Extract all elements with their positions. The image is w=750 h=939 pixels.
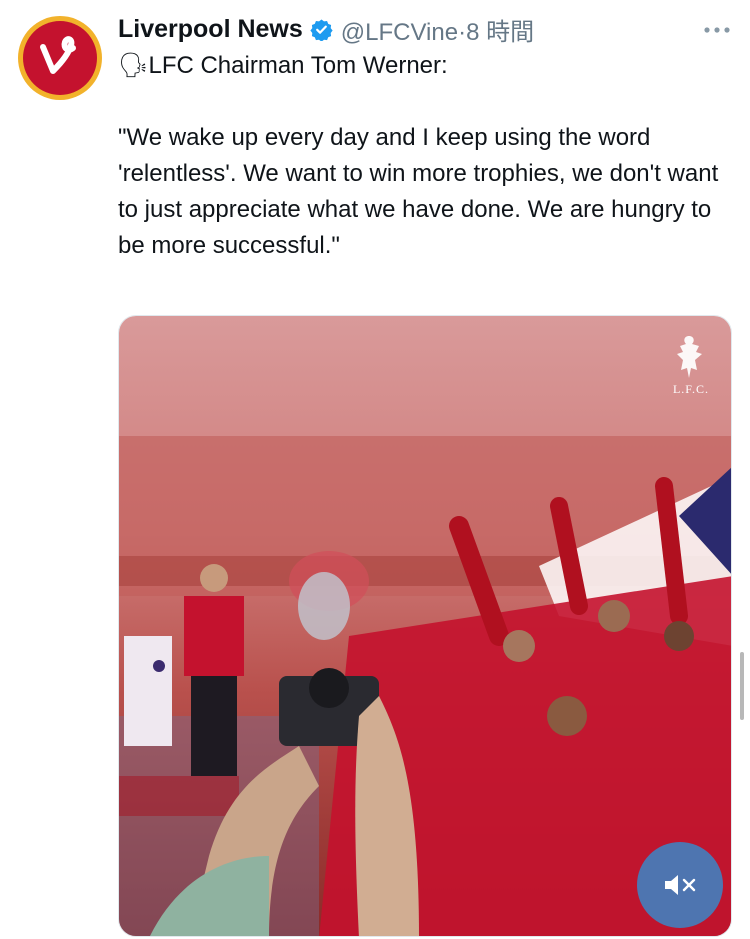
tweet-media-video[interactable]: L.F.C. [118,315,732,937]
lfc-watermark: L.F.C. [672,382,710,396]
speaking-head-icon: 🗣 [118,52,149,79]
tweet-header: Liverpool News @LFCVine·8 時間 [118,12,732,46]
video-frame [119,316,731,936]
handle-text: @LFCVine [340,18,459,46]
vine-logo-icon [23,21,97,95]
liverbird-icon: L.F.C. [669,332,713,397]
mute-icon [665,875,696,895]
tweet-body: 🗣LFC Chairman Tom Werner: "We wake up ev… [118,48,730,264]
display-name[interactable]: Liverpool News [118,15,303,44]
timestamp[interactable]: 8 時間 [466,19,534,46]
scrollbar[interactable] [740,652,744,720]
avatar[interactable] [18,16,102,100]
verified-badge-icon [310,18,333,41]
mute-button[interactable] [637,842,723,928]
more-options-icon[interactable] [702,18,732,47]
tweet-text: LFC Chairman Tom Werner: "We wake up eve… [118,52,719,259]
separator: · [458,18,467,46]
handle[interactable]: @LFCVine·8 時間 [341,12,534,47]
